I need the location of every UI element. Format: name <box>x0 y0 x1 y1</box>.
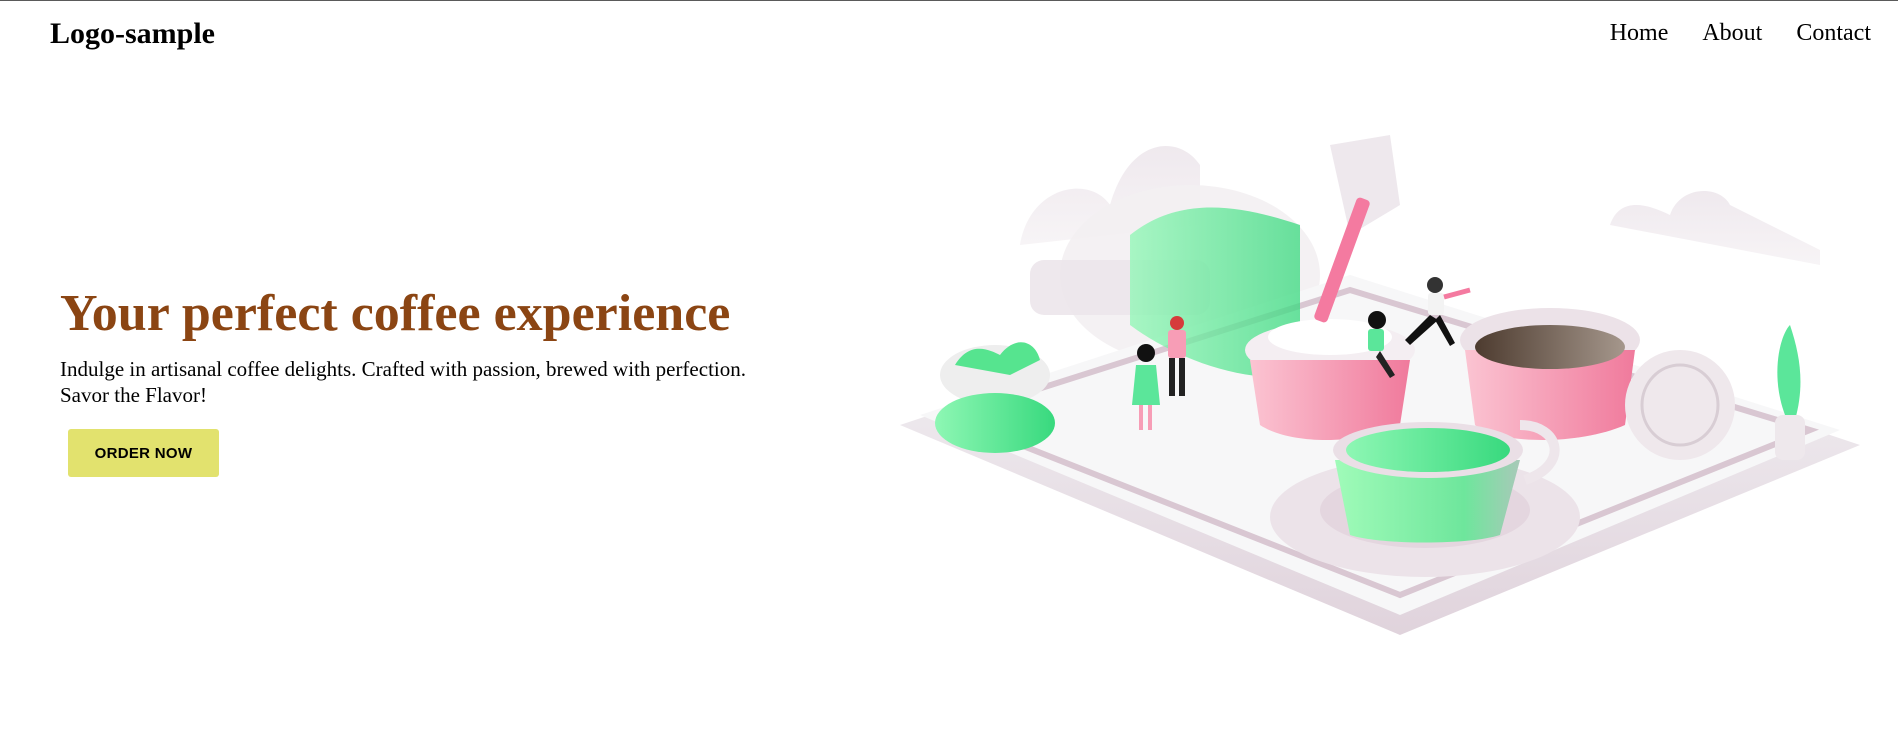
top-border <box>0 0 1898 1</box>
nav-home-link[interactable]: Home <box>1610 14 1669 52</box>
main-nav: Home About Contact <box>1610 14 1871 52</box>
site-logo[interactable]: Logo-sample <box>50 14 215 54</box>
order-now-button[interactable]: ORDER NOW <box>68 429 219 477</box>
tea-liquid-shape <box>1346 428 1510 472</box>
coffee-liquid-shape <box>1475 325 1625 369</box>
hero-subtitle-line1: Indulge in artisanal coffee delights. Cr… <box>60 357 746 381</box>
salad-leaf-shape <box>935 393 1055 453</box>
nav-contact-link[interactable]: Contact <box>1796 14 1871 52</box>
teapot-handle-shape <box>1330 135 1400 235</box>
hero-subtitle: Indulge in artisanal coffee delights. Cr… <box>60 356 840 408</box>
hero-subtitle-line2: Savor the Flavor! <box>60 383 207 407</box>
plant-pot-shape <box>1775 415 1805 460</box>
cloud-right-shape <box>1610 191 1820 265</box>
hero-title: Your perfect coffee experience <box>60 285 731 342</box>
plant-leaf-shape <box>1777 325 1801 420</box>
nav-about-link[interactable]: About <box>1702 14 1762 52</box>
coffee-tray-illustration <box>900 135 1860 635</box>
